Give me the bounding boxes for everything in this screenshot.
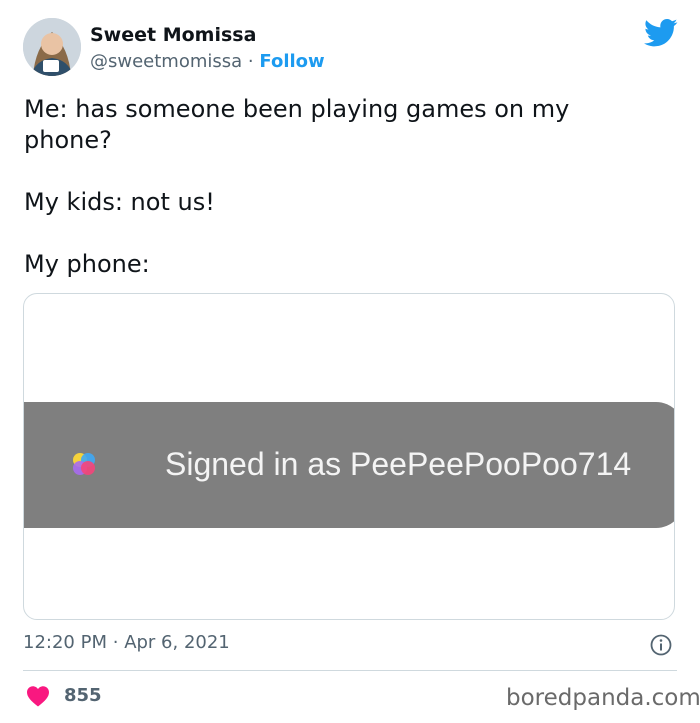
tweet-date: Apr 6, 2021 [124,632,230,653]
separator-dot: · [247,51,254,72]
game-center-icon [73,453,95,475]
separator-dot: · [112,632,119,653]
banner-text: Signed in as PeePeePooPoo714 [165,446,632,482]
twitter-bird-icon [644,18,678,47]
tweet-line: My phone: [24,250,150,278]
like-count: 855 [64,685,102,706]
tweet-line: Me: has someone been playing games on my… [24,95,570,154]
tweet-text: Me: has someone been playing games on my… [24,94,664,280]
author-handle-line: @sweetmomissa · Follow [90,51,325,72]
tweet-media[interactable]: Signed in as PeePeePooPoo714 [23,293,675,620]
follow-button[interactable]: Follow [259,51,324,72]
author-handle[interactable]: @sweetmomissa [90,51,242,72]
tweet-time: 12:20 PM [23,632,107,653]
tweet-card: Sweet Momissa @sweetmomissa · Follow Me:… [0,0,700,723]
tweet-line: My kids: not us! [24,188,215,216]
author-display-name[interactable]: Sweet Momissa [90,24,256,46]
heart-icon[interactable] [26,685,50,707]
divider [23,670,677,671]
avatar[interactable] [23,18,81,76]
signed-in-banner: Signed in as PeePeePooPoo714 [24,402,674,528]
info-icon[interactable] [650,634,672,656]
watermark: boredpanda.com [506,685,700,711]
tweet-timestamp[interactable]: 12:20 PM · Apr 6, 2021 [23,632,230,653]
